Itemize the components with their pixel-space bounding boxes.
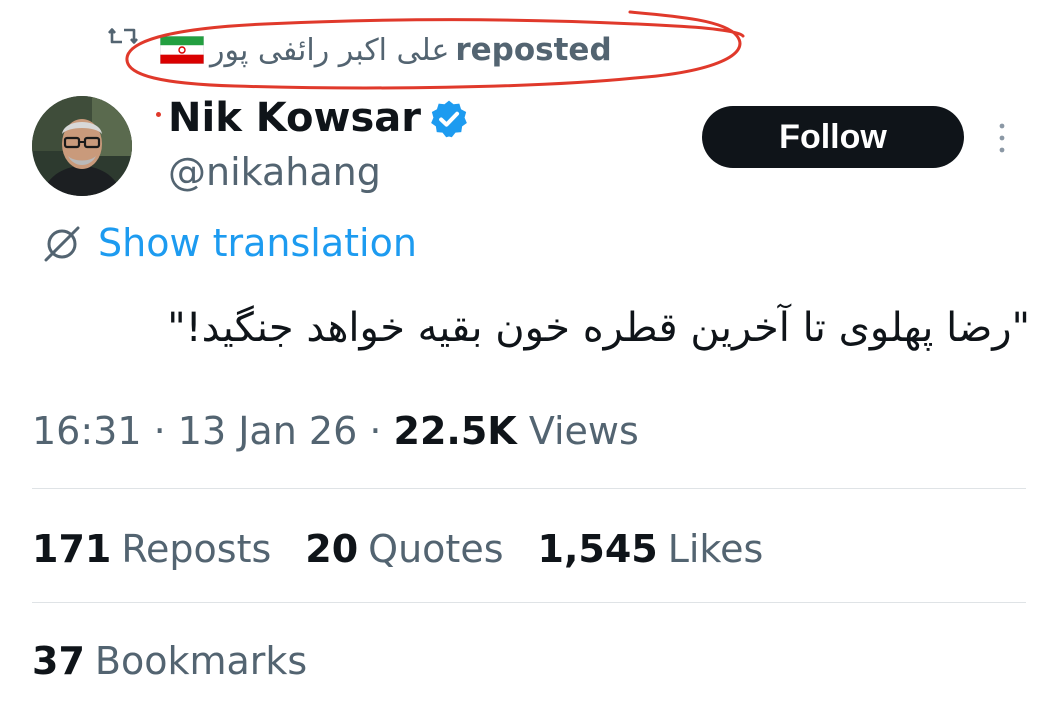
bookmarks-stat[interactable]: 37 Bookmarks [32, 636, 307, 686]
views-label: Views [528, 409, 639, 453]
bookmarks-count: 37 [32, 639, 85, 683]
verified-badge-icon[interactable] [428, 98, 470, 140]
reposted-label: reposted [455, 32, 612, 68]
bookmarks-label: Bookmarks [94, 639, 308, 683]
repost-icon [108, 28, 138, 44]
meta-separator: · [153, 409, 166, 453]
tweet-meta: 16:31 · 13 Jan 26 · 22.5K Views [32, 406, 639, 456]
reposts-count: 171 [32, 527, 112, 571]
meta-separator: · [369, 409, 382, 453]
likes-label: Likes [667, 527, 764, 571]
reposts-stat[interactable]: 171 Reposts [32, 524, 271, 574]
author-handle[interactable]: @nikahang [168, 148, 381, 196]
likes-count: 1,545 [537, 527, 658, 571]
quotes-label: Quotes [368, 527, 504, 571]
avatar[interactable] [32, 96, 132, 196]
views-count: 22.5K [393, 409, 517, 453]
divider [32, 488, 1026, 489]
reposter-name[interactable]: علی اکبر رائفی پور [210, 33, 449, 68]
avatar-photo [32, 96, 132, 196]
quotes-count: 20 [305, 527, 359, 571]
more-options-icon[interactable] [992, 118, 1012, 158]
tweet-time[interactable]: 16:31 [32, 409, 142, 453]
reposts-label: Reposts [121, 527, 272, 571]
likes-stat[interactable]: 1,545 Likes [538, 524, 764, 574]
globe-slash-icon [44, 226, 80, 262]
author-display-name[interactable]: Nik Kowsar [168, 94, 421, 142]
tweet-text: "رضا پهلوی تا آخرین قطره خون بقیه خواهد … [167, 305, 1030, 351]
iran-flag-icon [160, 36, 204, 64]
repost-context[interactable]: علی اکبر رائفی پور reposted [160, 28, 612, 72]
show-translation-link[interactable]: Show translation [98, 218, 417, 268]
annotation-dot [156, 112, 161, 117]
divider [32, 602, 1026, 603]
quotes-stat[interactable]: 20 Quotes [305, 524, 503, 574]
engagement-stats: 171 Reposts 20 Quotes 1,545 Likes [32, 524, 763, 574]
tweet-date[interactable]: 13 Jan 26 [178, 409, 357, 453]
follow-button[interactable]: Follow [702, 106, 964, 168]
